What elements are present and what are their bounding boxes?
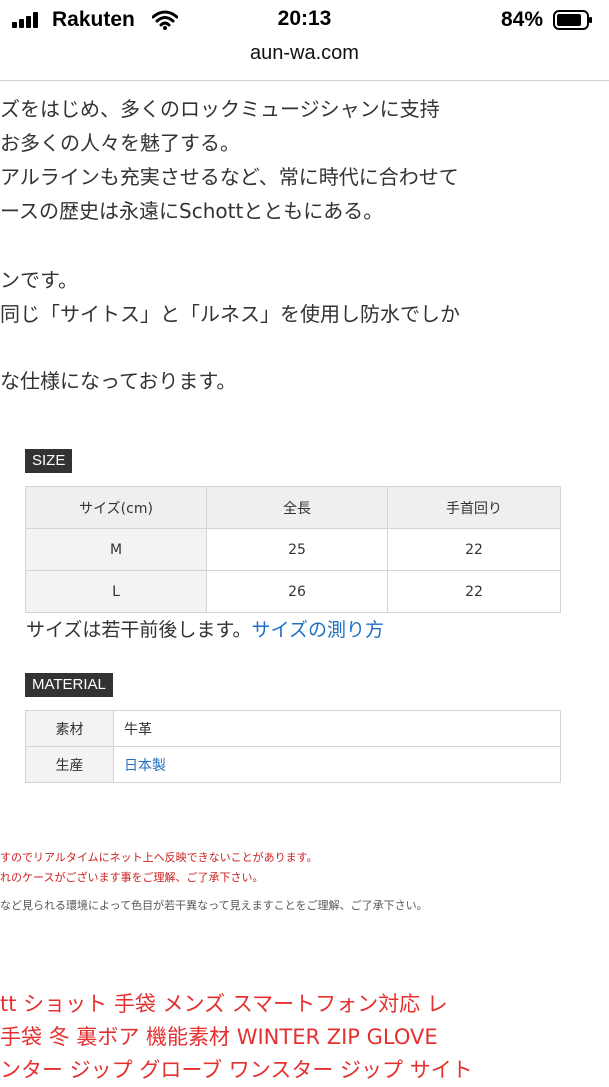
table-header: サイズ(cm) xyxy=(25,486,207,529)
size-note-text: サイズは若干前後します。 xyxy=(26,619,252,641)
table-row: サイズ(cm) 全長 手首回り xyxy=(25,486,561,529)
related-line: ンター ジップ グローブ ワンスター ジップ サイト xyxy=(0,1058,473,1082)
table-row: 生産 日本製 xyxy=(25,746,561,783)
description-spacer xyxy=(0,331,609,364)
size-note: サイズは若干前後します。サイズの測り方 xyxy=(26,615,384,642)
description-line: 同じ「サイトス」と「ルネス」を使用し防水でしか xyxy=(0,302,460,326)
related-product-title[interactable]: tt ショット 手袋 メンズ スマートフォン対応 レ 手袋 冬 裏ボア 機能素材… xyxy=(0,988,609,1087)
description-line: な仕様になっております。 xyxy=(0,369,237,393)
description-line: ズをはじめ、多くのロックミュージシャンに支持 xyxy=(0,97,440,121)
size-section-label: SIZE xyxy=(25,449,73,473)
table-row: 素材 牛革 xyxy=(25,710,561,747)
size-table: サイズ(cm) 全長 手首回り M 25 22 L 26 22 xyxy=(25,486,561,613)
table-cell: 25 xyxy=(206,528,388,571)
stock-notice: れのケースがございます事をご理解、ご了承下さい。 xyxy=(0,871,264,884)
product-description: ズをはじめ、多くのロックミュージシャンに支持 お多くの人々を魅了する。 アルライ… xyxy=(0,92,609,398)
stock-notice: すのでリアルタイムにネット上へ反映できないことがあります。 xyxy=(0,851,318,864)
table-row: M 25 22 xyxy=(25,528,561,571)
table-row: L 26 22 xyxy=(25,570,561,613)
table-cell: L xyxy=(25,570,207,613)
url-text: aun-wa.com xyxy=(250,42,359,64)
table-header: 全長 xyxy=(206,486,388,529)
description-line: ースの歴史は永遠にSchottとともにある。 xyxy=(0,199,384,223)
battery-percentage: 84% xyxy=(500,8,543,31)
description-line: アルラインも充実させるなど、常に時代に合わせて xyxy=(0,165,459,189)
table-header: 手首回り xyxy=(387,486,561,529)
size-guide-link[interactable]: サイズの測り方 xyxy=(252,619,384,641)
address-bar[interactable]: aun-wa.com xyxy=(0,40,609,81)
origin-key: 生産 xyxy=(25,746,114,783)
status-bar: Rakuten 20:13 84% xyxy=(0,0,609,40)
table-cell: 22 xyxy=(387,528,561,571)
material-table: 素材 牛革 生産 日本製 xyxy=(25,710,561,783)
battery-icon xyxy=(553,10,592,30)
description-line: ンです。 xyxy=(0,268,78,292)
table-cell: 22 xyxy=(387,570,561,613)
color-notice: など見られる環境によって色目が若干異なって見えますことをご理解、ご了承下さい。 xyxy=(0,899,428,912)
related-line: 手袋 冬 裏ボア 機能素材 WINTER ZIP GLOVE xyxy=(0,1025,438,1049)
origin-value-link[interactable]: 日本製 xyxy=(113,746,561,783)
material-section-label: MATERIAL xyxy=(25,673,113,697)
table-cell: M xyxy=(25,528,207,571)
description-line: お多くの人々を魅了する。 xyxy=(0,131,240,155)
material-value: 牛革 xyxy=(113,710,561,747)
description-spacer xyxy=(0,228,609,263)
table-cell: 26 xyxy=(206,570,388,613)
related-line: tt ショット 手袋 メンズ スマートフォン対応 レ xyxy=(0,992,448,1016)
material-key: 素材 xyxy=(25,710,114,747)
